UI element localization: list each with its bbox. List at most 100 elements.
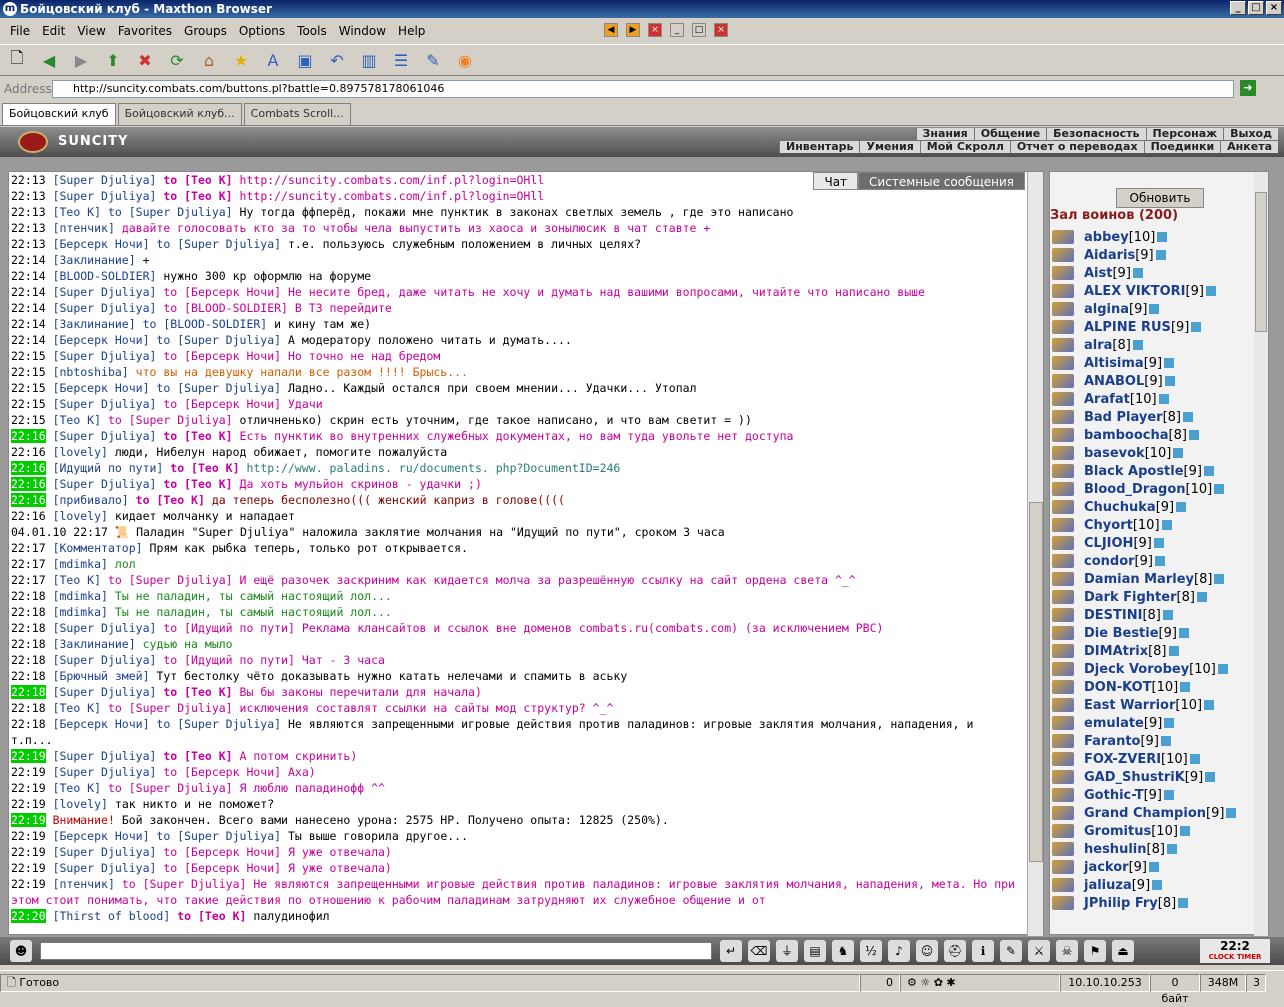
mask-icon[interactable]: ☠ bbox=[1056, 940, 1078, 962]
player-row[interactable]: Dark Fighter [8] bbox=[1052, 588, 1258, 606]
player-row[interactable]: jackor [9] bbox=[1052, 858, 1258, 876]
player-name[interactable]: heshulin bbox=[1084, 842, 1147, 857]
translate-icon[interactable]: A bbox=[260, 47, 286, 73]
player-name[interactable]: FOX-ZVERI bbox=[1084, 752, 1161, 767]
menu-edit[interactable]: Edit bbox=[36, 24, 71, 38]
private-message-icon[interactable] bbox=[1052, 446, 1074, 460]
players-scroll-thumb[interactable] bbox=[1255, 192, 1267, 332]
player-row[interactable]: DESTINI [8] bbox=[1052, 606, 1258, 624]
chat-recipient[interactable]: to [Берсерк Ночи] bbox=[163, 861, 281, 875]
player-info-icon[interactable] bbox=[1132, 268, 1143, 278]
chat-recipient[interactable]: to [Teo K] bbox=[177, 909, 246, 923]
nav-communication[interactable]: Общение bbox=[973, 128, 1047, 140]
chat-nick[interactable]: [Teo K] bbox=[53, 573, 101, 587]
chat-nick[interactable]: [nbtoshiba] bbox=[53, 365, 129, 379]
menu-options[interactable]: Options bbox=[233, 24, 291, 38]
chat-recipient[interactable]: to [Super Djuliya] bbox=[108, 701, 233, 715]
player-name[interactable]: DIMAtrix bbox=[1084, 644, 1148, 659]
chat-recipient[interactable]: to [Teo K] bbox=[163, 173, 232, 187]
player-row[interactable]: condor [9] bbox=[1052, 552, 1258, 570]
player-row[interactable]: Altisima [9] bbox=[1052, 354, 1258, 372]
players-scrollbar[interactable] bbox=[1254, 172, 1268, 936]
player-row[interactable]: East Warrior [10] bbox=[1052, 696, 1258, 714]
nav-security[interactable]: Безопасность bbox=[1046, 128, 1146, 140]
chat-nick[interactable]: [Берсерк Ночи] bbox=[53, 333, 150, 347]
undo-icon[interactable]: ↶ bbox=[324, 47, 350, 73]
player-info-icon[interactable] bbox=[1176, 502, 1187, 512]
player-row[interactable]: CLJIOH [9] bbox=[1052, 534, 1258, 552]
chat-nick[interactable]: [Брючный змей] bbox=[53, 669, 150, 683]
group-icon[interactable]: ⚑ bbox=[1084, 940, 1106, 962]
chat-nick[interactable]: [Super Djuliya] bbox=[53, 429, 157, 443]
private-message-icon[interactable] bbox=[1052, 320, 1074, 334]
player-info-icon[interactable] bbox=[1180, 682, 1191, 692]
chat-nick[interactable]: [BLOOD-SOLDIER] bbox=[53, 269, 157, 283]
chat-nick[interactable]: [mdimka] bbox=[53, 557, 108, 571]
private-message-icon[interactable] bbox=[1052, 608, 1074, 622]
back-icon[interactable]: ◀ bbox=[36, 47, 62, 73]
player-name[interactable]: Bad Player bbox=[1084, 410, 1163, 425]
close-all-icon[interactable]: × bbox=[714, 23, 728, 37]
player-name[interactable]: Black Apostle bbox=[1084, 464, 1184, 479]
chat-nick[interactable]: [Super Djuliya] bbox=[53, 301, 157, 315]
player-row[interactable]: GAD_ShustriK [9] bbox=[1052, 768, 1258, 786]
chat-recipient[interactable]: to [Берсерк Ночи] bbox=[163, 765, 281, 779]
chat-recipient[interactable]: to [Super Djuliya] bbox=[156, 333, 281, 347]
private-message-icon[interactable] bbox=[1052, 500, 1074, 514]
columns-icon[interactable]: ▥ bbox=[356, 47, 382, 73]
close-button[interactable]: × bbox=[1266, 1, 1282, 15]
player-name[interactable]: algina bbox=[1084, 302, 1129, 317]
player-info-icon[interactable] bbox=[1152, 880, 1163, 890]
chat-recipient[interactable]: to [Берсерк Ночи] bbox=[163, 397, 281, 411]
private-message-icon[interactable] bbox=[1052, 230, 1074, 244]
private-message-icon[interactable] bbox=[1052, 788, 1074, 802]
private-message-icon[interactable] bbox=[1052, 824, 1074, 838]
player-name[interactable]: Dark Fighter bbox=[1084, 590, 1177, 605]
chat-nick[interactable]: [Заклинание] bbox=[53, 317, 136, 331]
save-icon[interactable]: ▤ bbox=[804, 940, 826, 962]
screen-icon[interactable]: ▣ bbox=[292, 47, 318, 73]
nav-exit[interactable]: Выход bbox=[1223, 128, 1278, 140]
menu-tools[interactable]: Tools bbox=[291, 24, 333, 38]
chat-recipient[interactable]: to [Super Djuliya] bbox=[108, 573, 233, 587]
chat-nick[interactable]: [Super Djuliya] bbox=[53, 397, 157, 411]
info-icon[interactable]: ℹ bbox=[972, 940, 994, 962]
chat-recipient[interactable]: to [Teo K] bbox=[163, 429, 232, 443]
player-row[interactable]: ALPINE RUS [9] bbox=[1052, 318, 1258, 336]
player-row[interactable]: Damian Marley [8] bbox=[1052, 570, 1258, 588]
player-info-icon[interactable] bbox=[1149, 304, 1160, 314]
player-name[interactable]: Gothic-T bbox=[1084, 788, 1144, 803]
helmet-icon[interactable]: ⛑ bbox=[944, 940, 966, 962]
chat-recipient[interactable]: to [Super Djuliya] bbox=[156, 829, 281, 843]
player-row[interactable]: Aidaris [9] bbox=[1052, 246, 1258, 264]
private-message-icon[interactable] bbox=[1052, 392, 1074, 406]
chat-nick[interactable]: [Super Djuliya] bbox=[53, 861, 157, 875]
player-row[interactable]: Aist [9] bbox=[1052, 264, 1258, 282]
favorites-icon[interactable]: ★ bbox=[228, 47, 254, 73]
player-name[interactable]: Djeck Vorobey bbox=[1084, 662, 1189, 677]
minimize-tab-icon[interactable]: _ bbox=[670, 23, 684, 37]
chat-nick[interactable]: [Комментатор] bbox=[53, 541, 143, 555]
private-message-icon[interactable] bbox=[1052, 374, 1074, 388]
private-message-icon[interactable] bbox=[1052, 536, 1074, 550]
player-info-icon[interactable] bbox=[1204, 700, 1215, 710]
player-name[interactable]: Faranto bbox=[1084, 734, 1140, 749]
player-info-icon[interactable] bbox=[1217, 664, 1228, 674]
chat-nick[interactable]: [Super Djuliya] bbox=[53, 653, 157, 667]
chat-nick[interactable]: [Super Djuliya] bbox=[53, 189, 157, 203]
player-info-icon[interactable] bbox=[1203, 466, 1214, 476]
home-icon[interactable]: ⌂ bbox=[196, 47, 222, 73]
player-info-icon[interactable] bbox=[1166, 844, 1177, 854]
clear-icon[interactable]: ⌫ bbox=[748, 940, 770, 962]
private-message-icon[interactable] bbox=[1052, 302, 1074, 316]
player-info-icon[interactable] bbox=[1189, 754, 1200, 764]
nav-inventory[interactable]: Инвентарь bbox=[779, 141, 860, 153]
chat-recipient[interactable]: to [Super Djuliya] bbox=[122, 877, 247, 891]
player-info-icon[interactable] bbox=[1161, 520, 1172, 530]
private-message-icon[interactable] bbox=[1052, 482, 1074, 496]
nav-knowledge[interactable]: Знания bbox=[915, 128, 974, 140]
player-name[interactable]: condor bbox=[1084, 554, 1135, 569]
chat-nick[interactable]: [Thirst of blood] bbox=[53, 909, 171, 923]
player-info-icon[interactable] bbox=[1157, 232, 1168, 242]
player-row[interactable]: emulate [9] bbox=[1052, 714, 1258, 732]
